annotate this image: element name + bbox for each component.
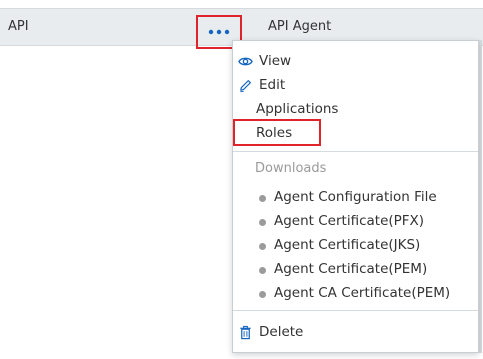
menu-divider bbox=[233, 151, 478, 152]
bullet-icon bbox=[259, 267, 266, 274]
menu-item-view-label: View bbox=[259, 53, 292, 69]
row-agent-cell: API Agent bbox=[268, 19, 332, 34]
menu-item-roles[interactable]: Roles bbox=[233, 123, 478, 145]
menu-item-roles-label: Roles bbox=[256, 125, 293, 141]
bullet-icon bbox=[259, 219, 266, 226]
ellipsis-icon bbox=[208, 29, 230, 35]
downloads-header: Downloads bbox=[255, 161, 327, 176]
download-label: Agent Certificate(JKS) bbox=[274, 237, 421, 253]
bullet-icon bbox=[259, 243, 266, 250]
menu-divider bbox=[233, 310, 478, 311]
menu-item-edit[interactable]: Edit bbox=[233, 75, 478, 97]
menu-item-applications[interactable]: Applications bbox=[233, 99, 478, 121]
trash-icon bbox=[240, 325, 251, 340]
menu-item-edit-label: Edit bbox=[259, 77, 286, 93]
menu-item-delete[interactable]: Delete bbox=[233, 322, 478, 344]
menu-item-view[interactable]: View bbox=[233, 51, 478, 73]
download-label: Agent Configuration File bbox=[274, 189, 437, 205]
download-label: Agent CA Certificate(PEM) bbox=[274, 285, 451, 301]
eye-icon bbox=[238, 57, 253, 66]
download-label: Agent Certificate(PFX) bbox=[274, 213, 425, 229]
actions-dropdown-menu: View Edit Applications Roles Downloads A… bbox=[232, 40, 479, 353]
pencil-icon bbox=[240, 80, 251, 93]
menu-item-applications-label: Applications bbox=[256, 101, 339, 117]
download-label: Agent Certificate(PEM) bbox=[274, 261, 428, 277]
row-name-cell: API bbox=[8, 19, 29, 34]
bullet-icon bbox=[259, 291, 266, 298]
menu-item-delete-label: Delete bbox=[259, 324, 304, 340]
bullet-icon bbox=[259, 195, 266, 202]
